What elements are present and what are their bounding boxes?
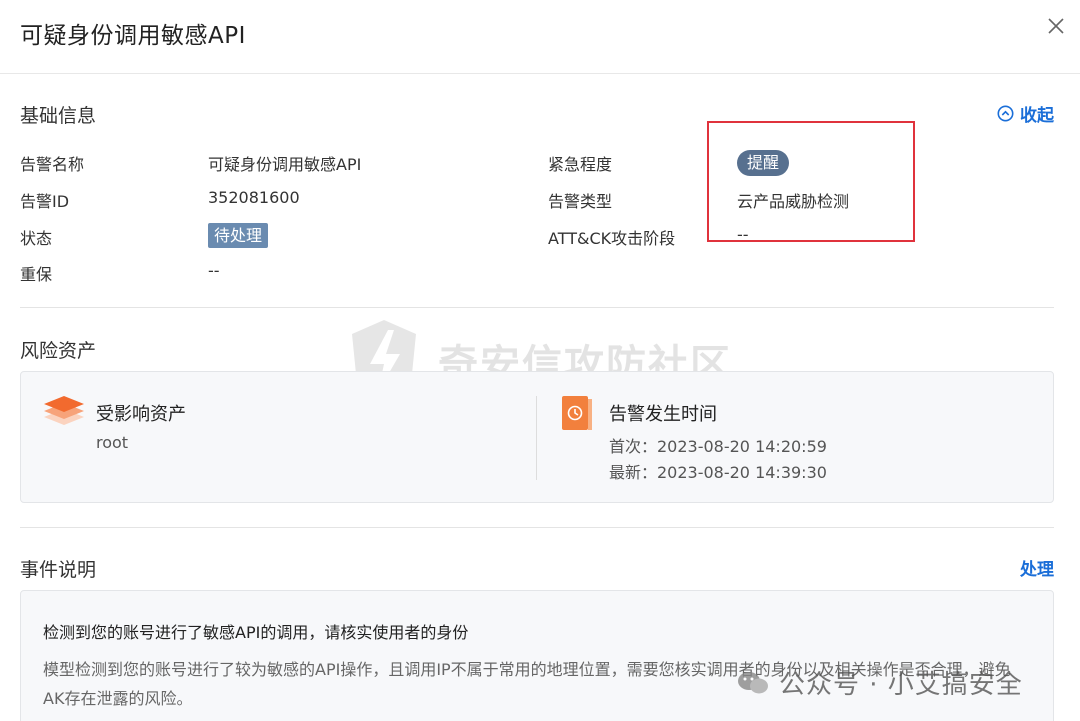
attck-label: ATT&CK攻击阶段 — [548, 229, 676, 248]
close-icon[interactable] — [1044, 14, 1068, 38]
section-divider — [20, 527, 1054, 528]
alert-type-label: 告警类型 — [548, 192, 613, 211]
protection-value: -- — [208, 261, 220, 280]
section-divider — [20, 307, 1054, 308]
card-divider — [536, 396, 537, 480]
alert-name-label: 告警名称 — [20, 155, 85, 174]
status-label: 状态 — [20, 229, 53, 248]
alert-time-title: 告警发生时间 — [609, 404, 717, 425]
alert-name-value: 可疑身份调用敏感API — [208, 155, 362, 174]
risk-section-title: 风险资产 — [20, 340, 97, 362]
alert-id-label: 告警ID — [20, 192, 70, 211]
event-description: 模型检测到您的账号进行了较为敏感的API操作，且调用IP不属于常用的地理位置，需… — [43, 660, 1011, 708]
chevron-up-circle-icon — [997, 105, 1014, 122]
basic-section-title: 基础信息 — [20, 105, 97, 127]
event-section-title: 事件说明 — [20, 559, 97, 581]
collapse-label: 收起 — [1020, 106, 1054, 126]
risk-asset-card — [20, 371, 1054, 503]
collapse-button[interactable]: 收起 — [997, 101, 1054, 126]
layers-icon — [44, 396, 84, 425]
dialog-title: 可疑身份调用敏感API — [20, 23, 246, 49]
handle-button[interactable]: 处理 — [1020, 555, 1054, 580]
alert-id-value: 352081600 — [208, 188, 300, 207]
affected-asset-title: 受影响资产 — [96, 404, 186, 425]
highlight-box — [707, 121, 915, 242]
dialog-header: 可疑身份调用敏感API — [0, 0, 1080, 74]
event-headline: 检测到您的账号进行了敏感API的调用，请核实使用者的身份 — [43, 623, 469, 642]
latest-time: 最新：2023-08-20 14:39:30 — [609, 463, 827, 482]
protection-label: 重保 — [20, 265, 53, 284]
affected-asset-value: root — [96, 433, 129, 452]
clock-book-icon — [562, 396, 592, 430]
status-badge: 待处理 — [208, 223, 269, 248]
first-time: 首次：2023-08-20 14:20:59 — [609, 437, 827, 456]
urgency-label: 紧急程度 — [548, 155, 613, 174]
